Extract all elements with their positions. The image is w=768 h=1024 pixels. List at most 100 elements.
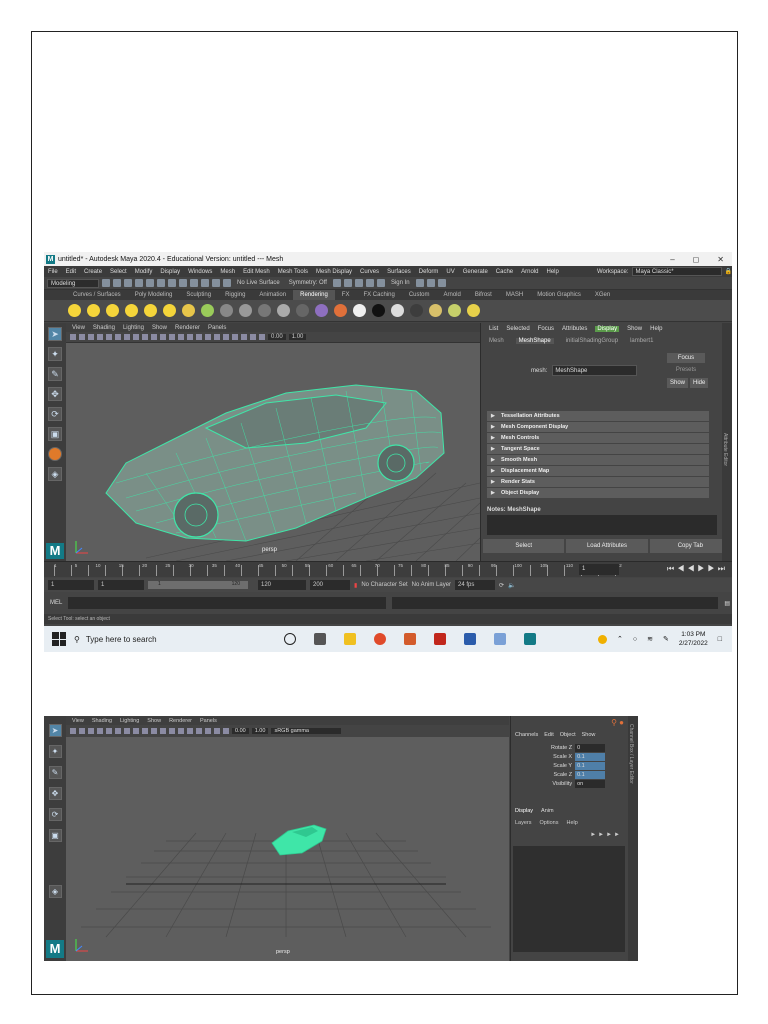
section-render-stats[interactable]: Render Stats (487, 477, 709, 487)
edit-menu[interactable]: Edit (544, 732, 553, 738)
render-sequence-icon[interactable] (467, 304, 480, 317)
network-icon[interactable]: ○ (633, 636, 637, 643)
render-icon[interactable] (334, 304, 347, 317)
viewport-3d[interactable]: persp (66, 343, 481, 562)
wireframe-on-shaded-icon[interactable] (178, 334, 184, 340)
attr-menu-show[interactable]: Show (627, 326, 642, 332)
lights-icon[interactable] (178, 728, 184, 734)
shelf-tab-fx[interactable]: FX (335, 290, 357, 300)
load-attributes-button[interactable]: Load Attributes (566, 539, 648, 553)
notes-field[interactable] (487, 515, 717, 535)
channel-value[interactable]: 0 (575, 744, 606, 752)
grid-toggle-icon[interactable] (97, 334, 103, 340)
attr-menu-list[interactable]: List (489, 326, 498, 332)
rotate-tool-icon[interactable]: ⟳ (48, 808, 62, 821)
menu-cache[interactable]: Cache (496, 269, 513, 275)
loop-icon[interactable]: ⟳ (499, 582, 504, 589)
menu-mesh-display[interactable]: Mesh Display (316, 269, 352, 275)
menu-file[interactable]: File (48, 269, 58, 275)
viewport-menu-renderer[interactable]: Renderer (169, 718, 192, 724)
motion-blur-icon[interactable] (205, 728, 211, 734)
channel-row[interactable]: Visibility on (551, 780, 606, 788)
attr-tab-shading-group[interactable]: initialShadingGroup (566, 338, 618, 344)
menu-generate[interactable]: Generate (463, 269, 488, 275)
rotate-tool-icon[interactable]: ⟳ (48, 407, 62, 421)
image-plane-icon[interactable] (88, 334, 94, 340)
hypershade-icon[interactable] (365, 279, 374, 287)
animation-start-field[interactable]: 1 (48, 580, 94, 590)
menu-deform[interactable]: Deform (419, 269, 439, 275)
section-tessellation[interactable]: Tessellation Attributes (487, 411, 709, 421)
close-button[interactable]: ✕ (717, 255, 724, 264)
attr-menu-help[interactable]: Help (650, 326, 662, 332)
gate-mask-icon[interactable] (124, 334, 130, 340)
gamma-field[interactable]: 1.00 (288, 334, 307, 340)
shader-ball-2-icon[interactable] (239, 304, 252, 317)
car-model[interactable] (105, 384, 445, 542)
layout-icon[interactable]: ◈ (48, 467, 62, 481)
playback-controls[interactable]: ⏮◀◀▶▶⏭ (667, 564, 728, 574)
anti-aliasing-icon[interactable] (232, 334, 238, 340)
show-menu[interactable]: Show (582, 732, 596, 738)
side-tab-strip[interactable]: Attribute Editor (722, 323, 732, 561)
anim-tab[interactable]: Anim (541, 808, 554, 814)
shelf-tab-rendering[interactable]: Rendering (293, 290, 335, 300)
textured-icon[interactable] (169, 728, 175, 734)
chevron-up-icon[interactable]: ⌃ (617, 635, 623, 643)
scale-tool-icon[interactable]: ▣ (48, 829, 62, 842)
section-displacement-map[interactable]: Displacement Map (487, 466, 709, 476)
redo-icon[interactable] (146, 279, 154, 287)
paint-select-icon[interactable]: ✎ (48, 367, 62, 381)
viewport-3d-2[interactable]: persp (66, 737, 509, 961)
select-button[interactable]: Select (483, 539, 565, 553)
viewport-menu-show[interactable]: Show (152, 325, 167, 331)
attr-menu-focus[interactable]: Focus (538, 326, 554, 332)
playback-end-field[interactable]: 120 (258, 580, 306, 590)
shelf-tab-poly-modeling[interactable]: Poly Modeling (128, 290, 180, 300)
menu-curves[interactable]: Curves (360, 269, 379, 275)
select-tool-icon[interactable]: ➤ (48, 724, 62, 737)
volume-light-icon[interactable] (163, 304, 176, 317)
sound-icon[interactable]: 🔈 (508, 582, 515, 589)
camera-icon[interactable] (182, 304, 195, 317)
anim-layer-dropdown[interactable]: No Anim Layer (412, 582, 451, 588)
render-settings-icon[interactable] (354, 279, 363, 287)
viewport-menu-renderer[interactable]: Renderer (175, 325, 200, 331)
menu-set-dropdown[interactable]: Modeling (47, 278, 99, 288)
ipr-icon[interactable] (448, 304, 461, 317)
channels-menu[interactable]: Channels (515, 732, 538, 738)
menu-modify[interactable]: Modify (135, 269, 153, 275)
film-gate-icon[interactable] (106, 334, 112, 340)
bookmark-icon[interactable] (79, 334, 85, 340)
menu-mesh[interactable]: Mesh (220, 269, 235, 275)
point-light-icon[interactable] (106, 304, 119, 317)
attr-menu-selected[interactable]: Selected (506, 326, 529, 332)
shelf-tab-curves-surfaces[interactable]: Curves / Surfaces (66, 290, 128, 300)
shelf-tab-custom[interactable]: Custom (402, 290, 437, 300)
menu-edit-mesh[interactable]: Edit Mesh (243, 269, 270, 275)
minimize-button[interactable]: – (670, 255, 674, 264)
smooth-shade-icon[interactable] (160, 728, 166, 734)
powerpoint-icon[interactable] (404, 633, 416, 645)
new-scene-icon[interactable] (102, 279, 110, 287)
show-button[interactable]: Show (667, 378, 689, 388)
render-frame-icon[interactable] (332, 279, 341, 287)
word-icon[interactable] (464, 633, 476, 645)
notification-app-icon[interactable] (597, 634, 607, 644)
xray-icon[interactable] (223, 728, 229, 734)
auto-key-icon[interactable]: ▮ (354, 582, 357, 589)
section-smooth-mesh[interactable]: Smooth Mesh (487, 455, 709, 465)
menu-edit[interactable]: Edit (66, 269, 76, 275)
bookmark-icon[interactable] (79, 728, 85, 734)
mesh-name-field[interactable]: MeshShape (552, 365, 638, 376)
gray-sphere-icon[interactable] (391, 304, 404, 317)
shelf-tab-fx-caching[interactable]: FX Caching (356, 290, 401, 300)
channel-box-side-tab[interactable]: Channel Box / Layer Editor (628, 716, 634, 784)
modeling-toolkit-icon[interactable] (415, 279, 424, 287)
range-slider[interactable]: 1 120 (148, 581, 248, 589)
character-set-dropdown[interactable]: No Character Set (361, 582, 407, 588)
viewport-menu-view[interactable]: View (72, 718, 84, 724)
cortana-icon[interactable] (284, 633, 296, 645)
layers-menu[interactable]: Layers (515, 820, 532, 826)
paint-icon[interactable] (494, 633, 506, 645)
